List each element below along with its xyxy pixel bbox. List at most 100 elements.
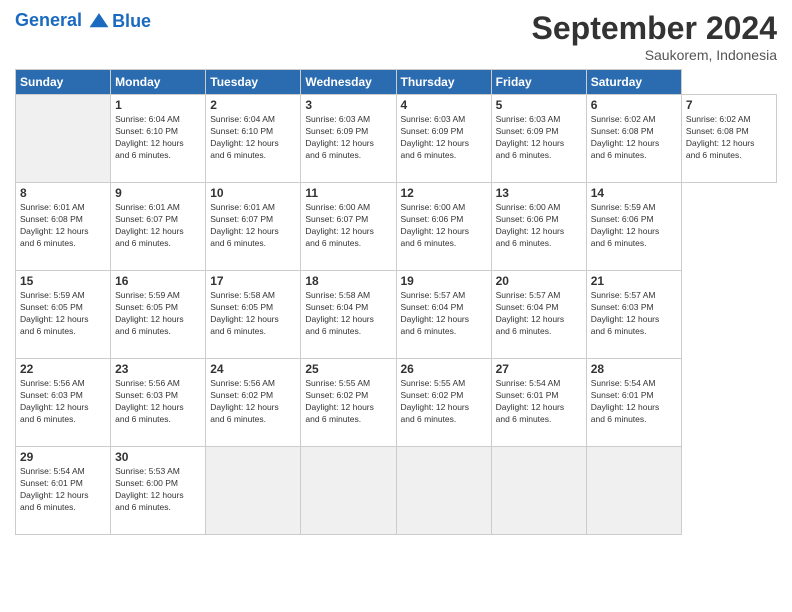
day-number: 27 xyxy=(496,362,582,376)
calendar-cell xyxy=(396,447,491,535)
cell-info: Sunrise: 6:04 AMSunset: 6:10 PMDaylight:… xyxy=(210,114,296,162)
cell-info: Sunrise: 6:01 AMSunset: 6:07 PMDaylight:… xyxy=(210,202,296,250)
calendar-cell xyxy=(491,447,586,535)
cell-info: Sunrise: 6:03 AMSunset: 6:09 PMDaylight:… xyxy=(496,114,582,162)
calendar-cell: 28 Sunrise: 5:54 AMSunset: 6:01 PMDayligh… xyxy=(586,359,681,447)
calendar-cell: 10 Sunrise: 6:01 AMSunset: 6:07 PMDayligh… xyxy=(206,183,301,271)
cell-info: Sunrise: 5:55 AMSunset: 6:02 PMDaylight:… xyxy=(305,378,391,426)
calendar-cell: 30 Sunrise: 5:53 AMSunset: 6:00 PMDayligh… xyxy=(111,447,206,535)
cell-info: Sunrise: 6:03 AMSunset: 6:09 PMDaylight:… xyxy=(305,114,391,162)
cell-info: Sunrise: 5:57 AMSunset: 6:04 PMDaylight:… xyxy=(496,290,582,338)
day-number: 17 xyxy=(210,274,296,288)
cell-info: Sunrise: 5:54 AMSunset: 6:01 PMDaylight:… xyxy=(591,378,677,426)
cell-info: Sunrise: 5:55 AMSunset: 6:02 PMDaylight:… xyxy=(401,378,487,426)
cell-info: Sunrise: 5:53 AMSunset: 6:00 PMDaylight:… xyxy=(115,466,201,514)
weekday-header: Tuesday xyxy=(206,70,301,95)
calendar-cell: 3Sunrise: 6:03 AMSunset: 6:09 PMDaylight… xyxy=(301,95,396,183)
cell-info: Sunrise: 6:02 AMSunset: 6:08 PMDaylight:… xyxy=(686,114,772,162)
calendar-cell: 12 Sunrise: 6:00 AMSunset: 6:06 PMDayligh… xyxy=(396,183,491,271)
cell-info: Sunrise: 6:00 AMSunset: 6:06 PMDaylight:… xyxy=(496,202,582,250)
calendar-cell: 20Sunrise: 5:57 AMSunset: 6:04 PMDayligh… xyxy=(491,271,586,359)
weekday-header: Monday xyxy=(111,70,206,95)
calendar-cell: 22 Sunrise: 5:56 AMSunset: 6:03 PMDayligh… xyxy=(16,359,111,447)
calendar-cell xyxy=(586,447,681,535)
calendar-cell: 5 Sunrise: 6:03 AMSunset: 6:09 PMDaylight… xyxy=(491,95,586,183)
day-number: 24 xyxy=(210,362,296,376)
cell-info: Sunrise: 6:01 AMSunset: 6:07 PMDaylight:… xyxy=(115,202,201,250)
cell-info: Sunrise: 5:56 AMSunset: 6:03 PMDaylight:… xyxy=(115,378,201,426)
day-number: 21 xyxy=(591,274,677,288)
calendar-cell: 17Sunrise: 5:58 AMSunset: 6:05 PMDayligh… xyxy=(206,271,301,359)
calendar-cell: 19 Sunrise: 5:57 AMSunset: 6:04 PMDayligh… xyxy=(396,271,491,359)
day-number: 23 xyxy=(115,362,201,376)
cell-info: Sunrise: 5:57 AMSunset: 6:03 PMDaylight:… xyxy=(591,290,677,338)
calendar-cell: 2 Sunrise: 6:04 AMSunset: 6:10 PMDaylight… xyxy=(206,95,301,183)
calendar-cell: 7 Sunrise: 6:02 AMSunset: 6:08 PMDaylight… xyxy=(681,95,776,183)
calendar-cell: 4 Sunrise: 6:03 AMSunset: 6:09 PMDaylight… xyxy=(396,95,491,183)
calendar-cell: 14Sunrise: 5:59 AMSunset: 6:06 PMDayligh… xyxy=(586,183,681,271)
calendar-cell: 18 Sunrise: 5:58 AMSunset: 6:04 PMDayligh… xyxy=(301,271,396,359)
day-number: 5 xyxy=(496,98,582,112)
cell-info: Sunrise: 6:01 AMSunset: 6:08 PMDaylight:… xyxy=(20,202,106,250)
day-number: 26 xyxy=(401,362,487,376)
calendar-cell: 27 Sunrise: 5:54 AMSunset: 6:01 PMDayligh… xyxy=(491,359,586,447)
cell-info: Sunrise: 5:54 AMSunset: 6:01 PMDaylight:… xyxy=(496,378,582,426)
day-number: 16 xyxy=(115,274,201,288)
calendar-cell: 16 Sunrise: 5:59 AMSunset: 6:05 PMDayligh… xyxy=(111,271,206,359)
cell-info: Sunrise: 5:58 AMSunset: 6:04 PMDaylight:… xyxy=(305,290,391,338)
cell-info: Sunrise: 5:59 AMSunset: 6:05 PMDaylight:… xyxy=(115,290,201,338)
empty-cell xyxy=(16,95,111,183)
calendar-cell xyxy=(301,447,396,535)
calendar-cell: 26 Sunrise: 5:55 AMSunset: 6:02 PMDayligh… xyxy=(396,359,491,447)
logo-icon xyxy=(88,10,110,32)
cell-info: Sunrise: 6:00 AMSunset: 6:06 PMDaylight:… xyxy=(401,202,487,250)
day-number: 6 xyxy=(591,98,677,112)
cell-info: Sunrise: 6:02 AMSunset: 6:08 PMDaylight:… xyxy=(591,114,677,162)
day-number: 10 xyxy=(210,186,296,200)
day-number: 11 xyxy=(305,186,391,200)
weekday-header: Sunday xyxy=(16,70,111,95)
month-title: September 2024 xyxy=(532,10,777,47)
calendar-cell: 25 Sunrise: 5:55 AMSunset: 6:02 PMDayligh… xyxy=(301,359,396,447)
day-number: 22 xyxy=(20,362,106,376)
day-number: 28 xyxy=(591,362,677,376)
title-block: September 2024 Saukorem, Indonesia xyxy=(532,10,777,63)
cell-info: Sunrise: 5:56 AMSunset: 6:03 PMDaylight:… xyxy=(20,378,106,426)
cell-info: Sunrise: 5:57 AMSunset: 6:04 PMDaylight:… xyxy=(401,290,487,338)
logo-blue: Blue xyxy=(112,11,151,32)
day-number: 7 xyxy=(686,98,772,112)
weekday-header: Friday xyxy=(491,70,586,95)
calendar-cell: 9 Sunrise: 6:01 AMSunset: 6:07 PMDaylight… xyxy=(111,183,206,271)
day-number: 13 xyxy=(496,186,582,200)
weekday-header: Wednesday xyxy=(301,70,396,95)
day-number: 25 xyxy=(305,362,391,376)
day-number: 8 xyxy=(20,186,106,200)
day-number: 1 xyxy=(115,98,201,112)
cell-info: Sunrise: 5:54 AMSunset: 6:01 PMDaylight:… xyxy=(20,466,106,514)
day-number: 4 xyxy=(401,98,487,112)
calendar-table: SundayMondayTuesdayWednesdayThursdayFrid… xyxy=(15,69,777,535)
calendar-cell: 6 Sunrise: 6:02 AMSunset: 6:08 PMDaylight… xyxy=(586,95,681,183)
calendar-cell: 23 Sunrise: 5:56 AMSunset: 6:03 PMDayligh… xyxy=(111,359,206,447)
calendar-cell: 29 Sunrise: 5:54 AMSunset: 6:01 PMDayligh… xyxy=(16,447,111,535)
logo-general: General xyxy=(15,10,82,30)
day-number: 19 xyxy=(401,274,487,288)
day-number: 9 xyxy=(115,186,201,200)
cell-info: Sunrise: 6:03 AMSunset: 6:09 PMDaylight:… xyxy=(401,114,487,162)
calendar-cell: 13 Sunrise: 6:00 AMSunset: 6:06 PMDayligh… xyxy=(491,183,586,271)
day-number: 30 xyxy=(115,450,201,464)
day-number: 14 xyxy=(591,186,677,200)
cell-info: Sunrise: 6:04 AMSunset: 6:10 PMDaylight:… xyxy=(115,114,201,162)
day-number: 2 xyxy=(210,98,296,112)
calendar-cell: 8 Sunrise: 6:01 AMSunset: 6:08 PMDaylight… xyxy=(16,183,111,271)
day-number: 15 xyxy=(20,274,106,288)
location-subtitle: Saukorem, Indonesia xyxy=(532,47,777,63)
day-number: 12 xyxy=(401,186,487,200)
weekday-header: Saturday xyxy=(586,70,681,95)
logo: General Blue xyxy=(15,10,151,32)
day-number: 18 xyxy=(305,274,391,288)
cell-info: Sunrise: 5:59 AMSunset: 6:05 PMDaylight:… xyxy=(20,290,106,338)
calendar-cell xyxy=(206,447,301,535)
day-number: 29 xyxy=(20,450,106,464)
cell-info: Sunrise: 6:00 AMSunset: 6:07 PMDaylight:… xyxy=(305,202,391,250)
